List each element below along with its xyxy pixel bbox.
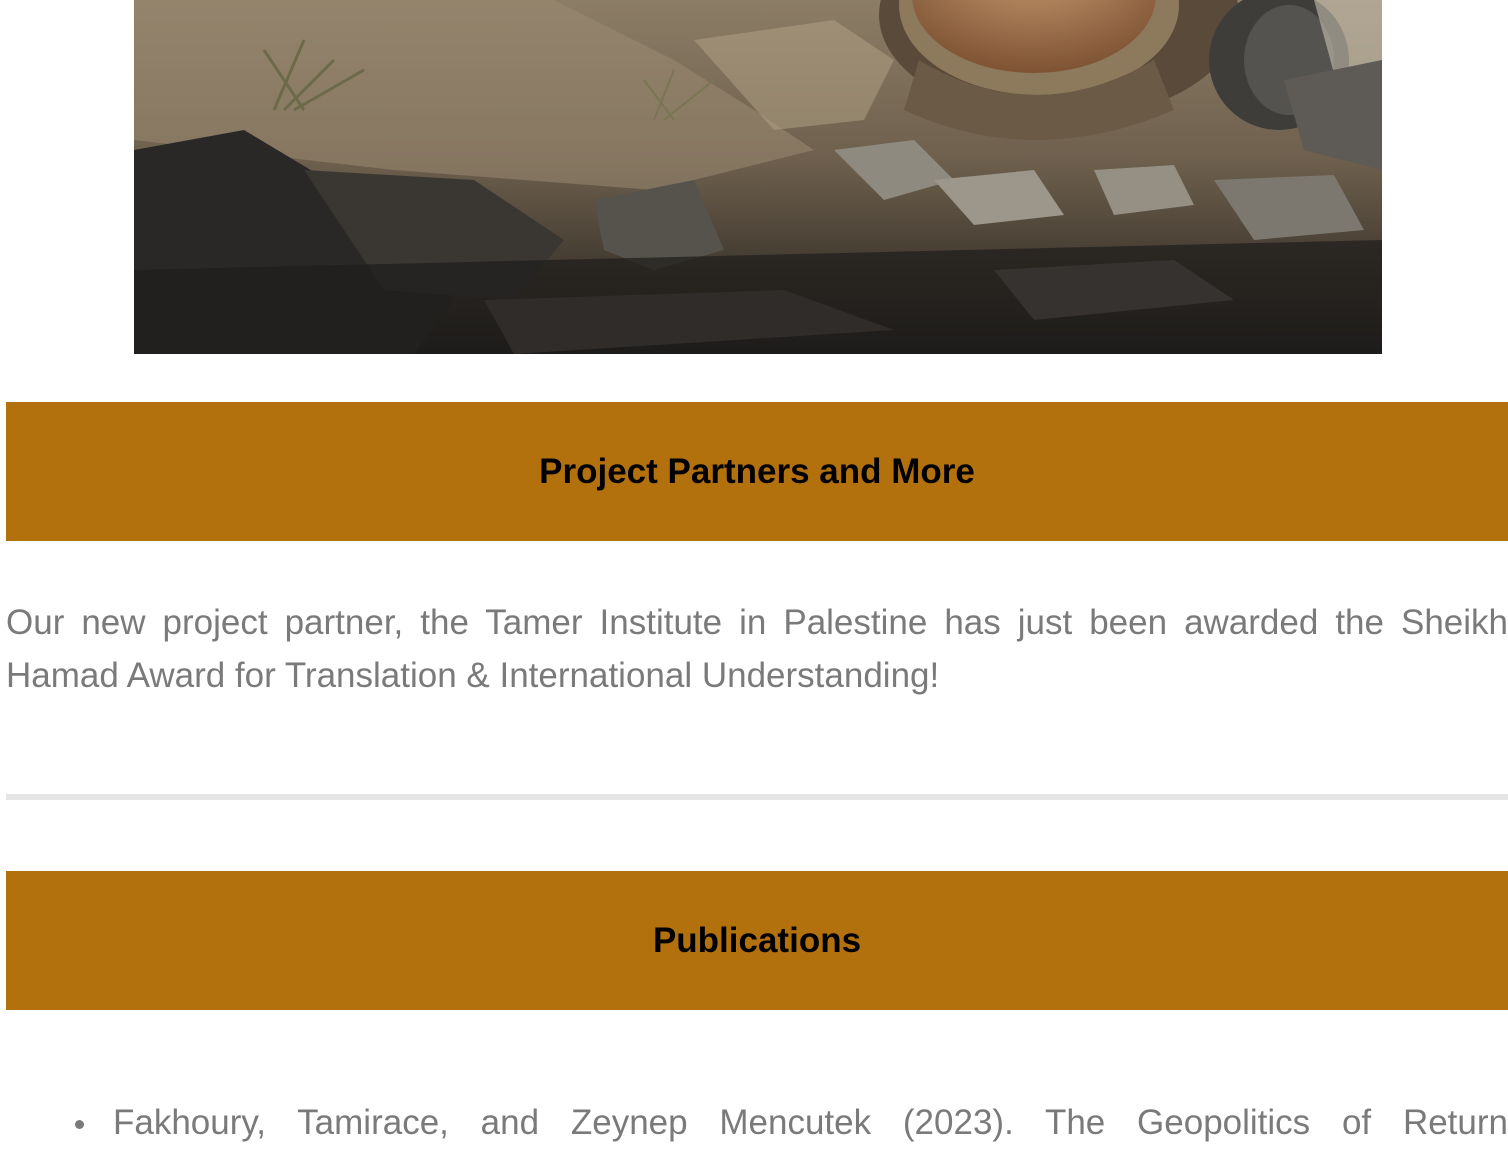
ruined-clock-landscape-image [134, 0, 1382, 354]
hero-image [134, 0, 1382, 354]
publication-item: Fakhoury, Tamirace, and Zeynep Mencutek … [6, 1096, 1508, 1149]
publications-list: Fakhoury, Tamirace, and Zeynep Mencutek … [6, 1096, 1508, 1149]
project-partners-banner: Project Partners and More [6, 402, 1508, 541]
project-partners-paragraph: Our new project partner, the Tamer Insti… [6, 603, 1508, 695]
publications-banner: Publications [6, 871, 1508, 1010]
section-divider [6, 794, 1508, 800]
bullet-icon [75, 1120, 84, 1129]
publications-heading: Publications [652, 920, 862, 960]
project-partners-heading: Project Partners and More [539, 451, 975, 491]
publication-text: Fakhoury, Tamirace, and Zeynep Mencutek … [113, 1103, 1508, 1142]
